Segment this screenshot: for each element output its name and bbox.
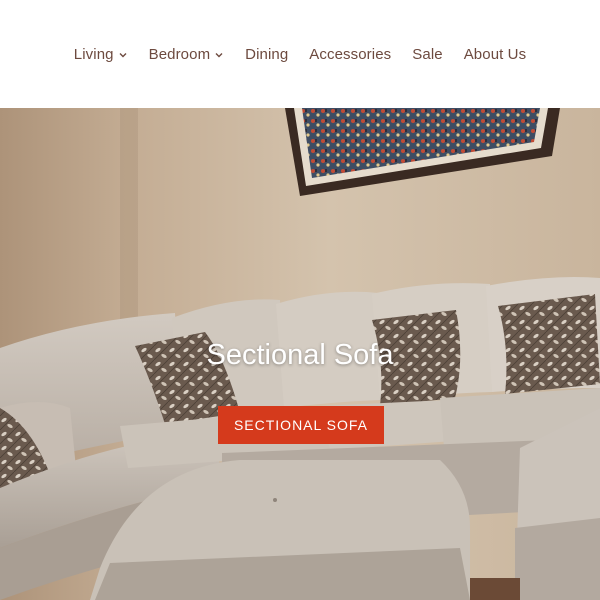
nav-item-label: Living [73,46,114,63]
hero-banner: Sectional Sofa SECTIONAL SOFA [0,108,600,600]
nav-item-label: About Us [463,46,527,63]
nav-item-dining[interactable]: Dining [245,46,288,63]
nav-item-living[interactable]: Living [74,46,128,63]
nav-item-label: Bedroom [148,46,211,63]
nav-item-label: Dining [245,46,289,63]
nav-item-label: Accessories [309,46,392,63]
nav-item-sale[interactable]: Sale [412,46,442,63]
nav-item-accessories[interactable]: Accessories [309,46,391,63]
nav-item-label: Sale [412,46,443,63]
main-nav: Living Bedroom Dining Accessories Sale A… [74,46,526,63]
shop-sectional-sofa-button[interactable]: SECTIONAL SOFA [218,406,384,444]
nav-item-about-us[interactable]: About Us [464,46,527,63]
chevron-down-icon [119,52,127,57]
hero-title: Sectional Sofa [206,339,394,371]
site-header: Living Bedroom Dining Accessories Sale A… [0,0,600,108]
chevron-down-icon [215,52,223,57]
nav-item-bedroom[interactable]: Bedroom [149,46,225,63]
